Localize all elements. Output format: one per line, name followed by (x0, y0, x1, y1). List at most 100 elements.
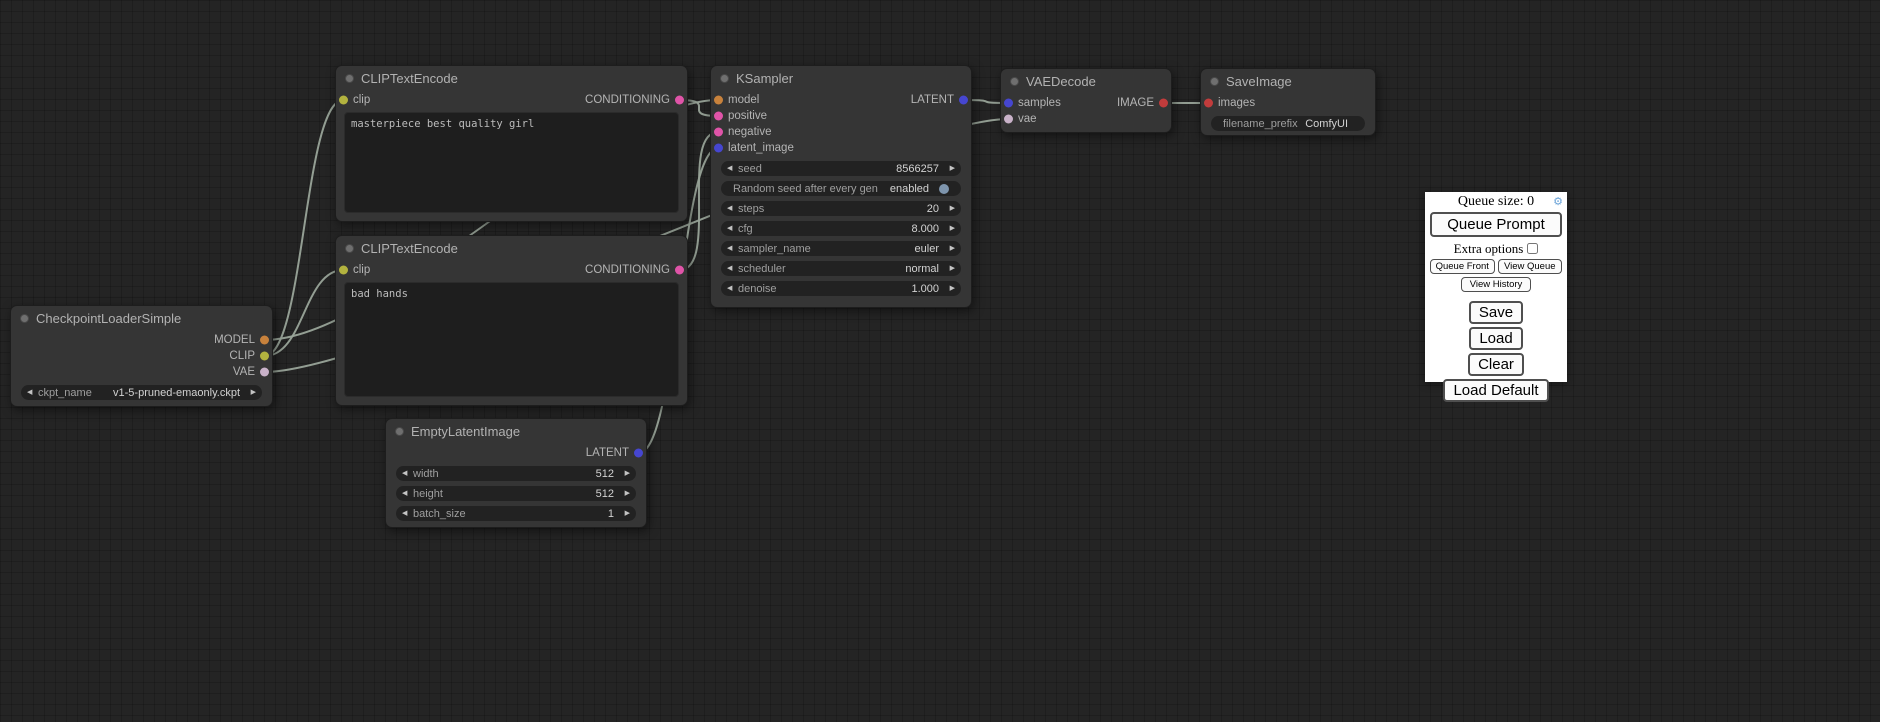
view-history-button[interactable]: View History (1461, 277, 1532, 292)
denoise-widget[interactable]: ◀ denoise 1.000 ▶ (721, 281, 961, 296)
collapse-dot-icon[interactable] (20, 314, 29, 323)
collapse-dot-icon[interactable] (345, 74, 354, 83)
decrement-arrow-icon[interactable]: ◀ (402, 466, 413, 481)
width-widget[interactable]: ◀ width 512 ▶ (396, 466, 636, 481)
decrement-arrow-icon[interactable]: ◀ (727, 241, 738, 256)
samples-input-dot[interactable] (1004, 99, 1013, 108)
widget-value: v1-5-pruned-emaonly.ckpt (113, 387, 240, 399)
queue-front-button[interactable]: Queue Front (1430, 259, 1495, 274)
batch-size-widget[interactable]: ◀ batch_size 1 ▶ (396, 506, 636, 521)
increment-arrow-icon[interactable]: ▶ (944, 281, 955, 296)
collapse-dot-icon[interactable] (395, 427, 404, 436)
queue-prompt-button[interactable]: Queue Prompt (1430, 212, 1562, 237)
widget-value: 1 (608, 508, 614, 520)
clip-input-dot[interactable] (339, 266, 348, 275)
toggle-indicator-icon[interactable] (939, 184, 949, 194)
collapse-dot-icon[interactable] (1210, 77, 1219, 86)
node-title-bar[interactable]: CLIPTextEncode (336, 66, 687, 90)
clear-button[interactable]: Clear (1468, 353, 1524, 376)
collapse-dot-icon[interactable] (1010, 77, 1019, 86)
node-vaedecode[interactable]: VAEDecode samples IMAGE vae (1000, 68, 1172, 133)
node-title-bar[interactable]: KSampler (711, 66, 971, 90)
comfy-menu-panel[interactable]: Queue size: 0 ⚙ Queue Prompt Extra optio… (1425, 192, 1567, 382)
steps-widget[interactable]: ◀ steps 20 ▶ (721, 201, 961, 216)
decrement-arrow-icon[interactable]: ◀ (727, 261, 738, 276)
input-label-clip: clip (353, 94, 370, 106)
widget-value: enabled (890, 183, 929, 195)
decrement-arrow-icon[interactable]: ◀ (727, 281, 738, 296)
vae-output-dot[interactable] (260, 368, 269, 377)
input-label-images: images (1218, 97, 1255, 109)
conditioning-output-dot[interactable] (675, 96, 684, 105)
node-title: VAEDecode (1026, 74, 1096, 89)
conditioning-output-dot[interactable] (675, 266, 684, 275)
negative-input-dot[interactable] (714, 128, 723, 137)
collapse-dot-icon[interactable] (345, 244, 354, 253)
decrement-arrow-icon[interactable]: ◀ (727, 221, 738, 236)
node-checkpointloadersimple[interactable]: CheckpointLoaderSimple MODEL CLIP VAE ◀ … (10, 305, 273, 407)
latent-output-dot[interactable] (959, 96, 968, 105)
node-emptylatentimage[interactable]: EmptyLatentImage LATENT ◀ width 512 ▶ ◀ … (385, 418, 647, 528)
clip-input-dot[interactable] (339, 96, 348, 105)
negative-prompt-textarea[interactable]: bad hands (344, 282, 679, 397)
cfg-widget[interactable]: ◀ cfg 8.000 ▶ (721, 221, 961, 236)
extra-options-checkbox[interactable] (1527, 243, 1538, 254)
queue-size-label: Queue size: 0 (1458, 194, 1534, 209)
node-graph-canvas[interactable]: CheckpointLoaderSimple MODEL CLIP VAE ◀ … (0, 0, 1880, 722)
decrement-arrow-icon[interactable]: ◀ (727, 201, 738, 216)
increment-arrow-icon[interactable]: ▶ (944, 221, 955, 236)
model-input-dot[interactable] (714, 96, 723, 105)
node-title-bar[interactable]: CheckpointLoaderSimple (11, 306, 272, 330)
increment-arrow-icon[interactable]: ▶ (944, 201, 955, 216)
positive-input-dot[interactable] (714, 112, 723, 121)
load-button[interactable]: Load (1469, 327, 1522, 350)
node-cliptextencode-negative[interactable]: CLIPTextEncode clip CONDITIONING bad han… (335, 235, 688, 406)
node-title: CLIPTextEncode (361, 241, 458, 256)
node-title-bar[interactable]: VAEDecode (1001, 69, 1171, 93)
decrement-arrow-icon[interactable]: ◀ (27, 385, 38, 400)
node-title-bar[interactable]: EmptyLatentImage (386, 419, 646, 443)
increment-arrow-icon[interactable]: ▶ (944, 261, 955, 276)
vae-input-dot[interactable] (1004, 115, 1013, 124)
decrement-arrow-icon[interactable]: ◀ (402, 506, 413, 521)
model-output-dot[interactable] (260, 336, 269, 345)
view-queue-button[interactable]: View Queue (1498, 259, 1563, 274)
height-widget[interactable]: ◀ height 512 ▶ (396, 486, 636, 501)
node-ksampler[interactable]: KSampler model LATENT positive negative … (710, 65, 972, 308)
increment-arrow-icon[interactable]: ▶ (944, 241, 955, 256)
increment-arrow-icon[interactable]: ▶ (619, 486, 630, 501)
collapse-dot-icon[interactable] (720, 74, 729, 83)
seed-widget[interactable]: ◀ seed 8566257 ▶ (721, 161, 961, 176)
widget-value: 1.000 (911, 283, 939, 295)
settings-gear-icon[interactable]: ⚙ (1553, 194, 1563, 210)
increment-arrow-icon[interactable]: ▶ (245, 385, 256, 400)
images-input-dot[interactable] (1204, 99, 1213, 108)
widget-label: steps (738, 203, 927, 215)
widget-label: width (413, 468, 596, 480)
widget-label: ckpt_name (38, 387, 113, 399)
random-seed-toggle-widget[interactable]: Random seed after every gen enabled (721, 181, 961, 196)
increment-arrow-icon[interactable]: ▶ (944, 161, 955, 176)
output-label-latent: LATENT (911, 94, 954, 106)
clip-output-dot[interactable] (260, 352, 269, 361)
node-cliptextencode-positive[interactable]: CLIPTextEncode clip CONDITIONING masterp… (335, 65, 688, 222)
positive-prompt-textarea[interactable]: masterpiece best quality girl (344, 112, 679, 213)
node-saveimage[interactable]: SaveImage images filename_prefix ComfyUI (1200, 68, 1376, 136)
decrement-arrow-icon[interactable]: ◀ (402, 486, 413, 501)
sampler-name-widget[interactable]: ◀ sampler_name euler ▶ (721, 241, 961, 256)
decrement-arrow-icon[interactable]: ◀ (727, 161, 738, 176)
image-output-dot[interactable] (1159, 99, 1168, 108)
scheduler-widget[interactable]: ◀ scheduler normal ▶ (721, 261, 961, 276)
load-default-button[interactable]: Load Default (1443, 379, 1548, 402)
widget-label: batch_size (413, 508, 608, 520)
latent-output-dot[interactable] (634, 449, 643, 458)
input-label-model: model (728, 94, 759, 106)
node-title-bar[interactable]: CLIPTextEncode (336, 236, 687, 260)
latent-image-input-dot[interactable] (714, 144, 723, 153)
ckpt-name-widget[interactable]: ◀ ckpt_name v1-5-pruned-emaonly.ckpt ▶ (21, 385, 262, 400)
increment-arrow-icon[interactable]: ▶ (619, 466, 630, 481)
increment-arrow-icon[interactable]: ▶ (619, 506, 630, 521)
filename-prefix-widget[interactable]: filename_prefix ComfyUI (1211, 116, 1365, 131)
save-button[interactable]: Save (1469, 301, 1523, 324)
node-title-bar[interactable]: SaveImage (1201, 69, 1375, 93)
